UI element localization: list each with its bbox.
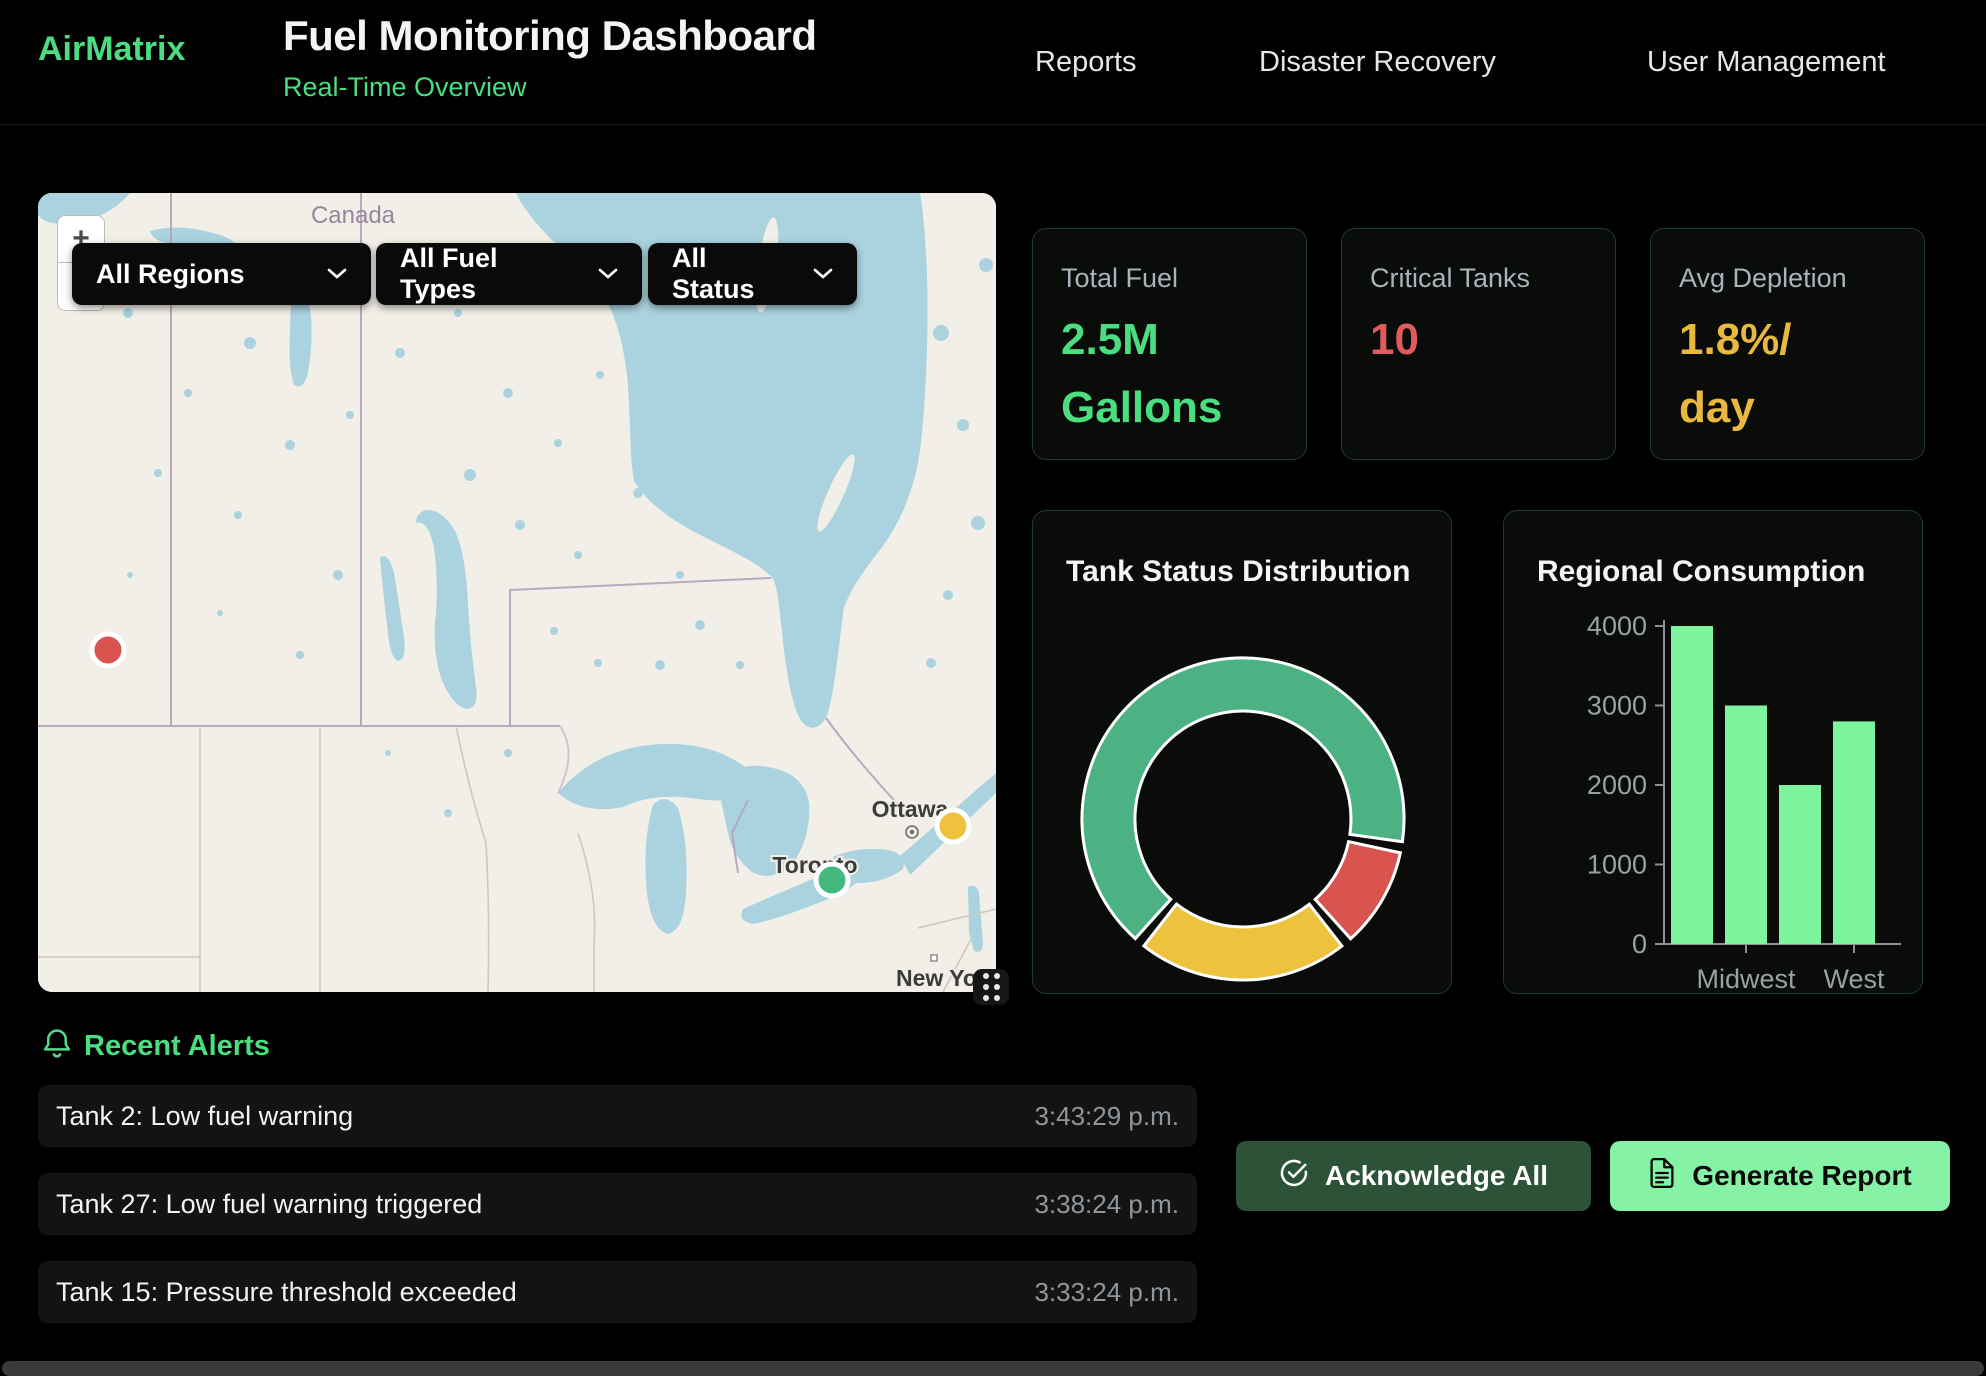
y-tick-label: 2000 [1587,770,1647,800]
page-subtitle: Real-Time Overview [283,72,527,103]
nav-reports[interactable]: Reports [1035,46,1137,79]
regional-consumption-bar-chart: 0 1000 2000 3000 4000 Midwest West [1504,511,1923,994]
alert-timestamp: 3:43:29 p.m. [1034,1101,1179,1132]
regional-consumption-card: Regional Consumption 01000200030004000Mi… [1503,510,1923,994]
alert-message: Tank 27: Low fuel warning triggered [56,1189,482,1220]
region-filter-value: All Regions [96,259,245,290]
recent-alerts-heading: Recent Alerts [84,1030,270,1063]
y-tick-label: 0 [1632,929,1647,959]
alert-timestamp: 3:38:24 p.m. [1034,1189,1179,1220]
amber-tank-marker[interactable] [937,810,969,842]
donut-segment-red [1315,842,1400,939]
stat-label: Avg Depletion [1679,263,1896,294]
avg-depletion-card: Avg Depletion 1.8%/ day [1650,228,1925,460]
chevron-down-icon [578,268,618,280]
bar-1 [1725,706,1767,945]
nav-disaster-recovery[interactable]: Disaster Recovery [1259,46,1496,79]
newyork-town-icon [931,955,937,961]
map-canvas: Canada Ottawa Toronto New York [38,193,996,992]
brand-logo: AirMatrix [38,30,185,69]
bar-3 [1833,721,1875,944]
total-fuel-value: 2.5M Gallons [1061,306,1278,442]
critical-tanks-card: Critical Tanks 10 [1341,228,1616,460]
alert-message: Tank 15: Pressure threshold exceeded [56,1277,517,1308]
alert-row[interactable]: Tank 15: Pressure threshold exceeded 3:3… [38,1261,1197,1323]
green-tank-marker[interactable] [816,864,848,896]
chevron-down-icon [307,268,347,280]
chevron-down-icon [793,268,833,280]
x-tick-label: West [1823,964,1885,994]
horizontal-scrollbar[interactable] [2,1361,1984,1376]
app-header: AirMatrix Fuel Monitoring Dashboard Real… [0,0,1986,125]
status-filter-value: All Status [672,243,793,305]
tank-map[interactable]: Canada Ottawa Toronto New York + − All R… [38,193,996,992]
fuel-type-filter-select[interactable]: All Fuel Types [376,243,642,305]
alert-message: Tank 2: Low fuel warning [56,1101,353,1132]
generate-report-label: Generate Report [1692,1160,1911,1192]
bell-icon [42,1028,72,1067]
document-icon [1648,1158,1676,1195]
donut-segment-amber [1144,904,1342,980]
stat-label: Critical Tanks [1370,263,1587,294]
status-filter-select[interactable]: All Status [648,243,857,305]
alert-row[interactable]: Tank 2: Low fuel warning 3:43:29 p.m. [38,1085,1197,1147]
map-label-canada: Canada [311,202,396,229]
stat-label: Total Fuel [1061,263,1278,294]
avg-depletion-value: 1.8%/ day [1679,306,1896,442]
acknowledge-all-label: Acknowledge All [1325,1160,1548,1192]
alert-timestamp: 3:33:24 p.m. [1034,1277,1179,1308]
total-fuel-card: Total Fuel 2.5M Gallons [1032,228,1307,460]
check-circle-icon [1279,1158,1309,1195]
bar-0 [1671,626,1713,944]
red-tank-marker[interactable] [92,634,124,666]
alert-row[interactable]: Tank 27: Low fuel warning triggered 3:38… [38,1173,1197,1235]
y-tick-label: 4000 [1587,611,1647,641]
y-tick-label: 3000 [1587,691,1647,721]
tank-status-distribution-card: Tank Status Distribution [1032,510,1452,994]
critical-tanks-value: 10 [1370,306,1587,374]
y-tick-label: 1000 [1587,850,1647,880]
generate-report-button[interactable]: Generate Report [1610,1141,1950,1211]
x-tick-label: Midwest [1696,964,1796,994]
acknowledge-all-button[interactable]: Acknowledge All [1236,1141,1591,1211]
region-filter-select[interactable]: All Regions [72,243,371,305]
bar-2 [1779,785,1821,944]
tank-status-doughnut-chart [1033,511,1452,994]
fuel-filter-value: All Fuel Types [400,243,578,305]
map-resize-handle[interactable] [973,969,1009,1005]
page-title: Fuel Monitoring Dashboard [283,12,816,60]
nav-user-management[interactable]: User Management [1647,46,1886,79]
lake-michigan [645,799,686,934]
